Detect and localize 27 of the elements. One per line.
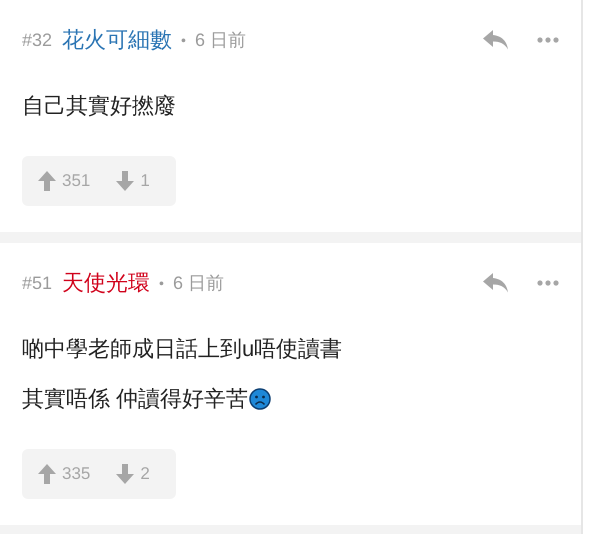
down-arrow-icon (116, 464, 134, 484)
comment-text: 其實唔係 仲讀得好辛苦 (22, 385, 248, 413)
comment-text: 啲中學老師成日話上到u唔使讀書 (22, 335, 342, 363)
post-time: 6 日前 (194, 29, 246, 52)
upvote-count: 335 (62, 464, 90, 484)
username[interactable]: 天使光環 (62, 268, 150, 298)
post-number: #32 (22, 30, 52, 50)
post-number: #51 (22, 272, 52, 294)
downvote-count: 1 (140, 171, 150, 191)
downvote-button[interactable]: 2 (116, 464, 150, 484)
separator-dot: • (159, 275, 164, 291)
upvote-button[interactable]: 351 (38, 171, 90, 191)
downvote-count: 2 (140, 464, 150, 484)
comment-text: 自己其實好撚廢 (22, 92, 176, 120)
username[interactable]: 花火可細數 (62, 25, 172, 55)
down-arrow-icon (116, 171, 134, 191)
reply-button[interactable] (483, 273, 509, 293)
reply-button[interactable] (483, 30, 509, 50)
downvote-button[interactable]: 1 (116, 171, 150, 191)
up-arrow-icon (38, 464, 56, 484)
separator-dot: • (181, 32, 186, 48)
more-options-button[interactable] (537, 280, 559, 286)
upvote-button[interactable]: 335 (38, 464, 90, 484)
post-time: 6 日前 (172, 272, 224, 295)
more-options-button[interactable] (537, 37, 559, 43)
upvote-count: 351 (62, 171, 90, 191)
up-arrow-icon (38, 171, 56, 191)
